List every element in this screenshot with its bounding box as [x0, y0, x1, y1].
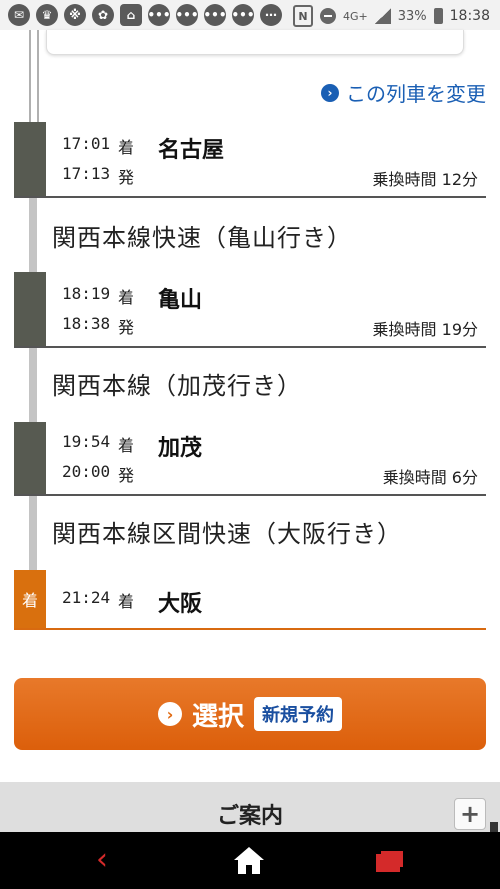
arrival-bar: 着 — [14, 570, 46, 628]
notification-icons: ✉ ♛ ※ ✿ ⌂ ••• ••• ••• ••• ⋯ — [8, 4, 282, 26]
transfer-time: 乗換時間 19分 — [372, 320, 478, 339]
previous-card — [46, 30, 464, 55]
train-segment: 関西本線快速（亀山行き） — [52, 224, 352, 252]
chat-icon: ••• — [148, 4, 171, 26]
nfc-icon: N — [292, 5, 313, 27]
chat-icon: ••• — [204, 4, 227, 26]
expand-plus-icon[interactable]: + — [454, 798, 486, 830]
station-name: 名古屋 — [158, 138, 225, 163]
change-train-label: この列車を変更 — [346, 82, 486, 106]
transfer-time: 乗換時間 6分 — [382, 468, 478, 487]
station-bar — [14, 422, 46, 494]
tokyo-app-icon: ※ — [64, 4, 86, 26]
station-row: 17:01 着 名古屋 17:13 発 乗換時間 12分 — [14, 122, 486, 198]
leaf-app-icon: ✿ — [92, 4, 114, 26]
train-segment: 関西本線（加茂行き） — [52, 372, 302, 400]
arrival-label: 着 — [118, 592, 135, 611]
chevron-right-icon: › — [157, 702, 182, 726]
timeline-line — [29, 496, 37, 570]
departure-label: 発 — [118, 466, 135, 485]
chat-icon: ••• — [232, 4, 255, 26]
home-app-icon: ⌂ — [120, 4, 142, 26]
transfer-time: 乗換時間 12分 — [372, 170, 478, 189]
scrollbar[interactable] — [490, 822, 498, 832]
timeline-line — [29, 30, 39, 122]
departure-time: 20:00 — [62, 462, 111, 481]
station-row: 19:54 着 加茂 20:00 発 乗換時間 6分 — [14, 422, 486, 496]
new-reservation-badge: 新規予約 — [254, 697, 342, 731]
back-icon[interactable]: ‹ — [96, 842, 108, 877]
chat-icon: ••• — [176, 4, 199, 26]
departure-time: 18:38 — [62, 314, 111, 333]
recent-apps-icon[interactable] — [376, 854, 400, 872]
timeline-line — [29, 198, 37, 272]
station-name: 加茂 — [158, 436, 203, 461]
battery-icon — [433, 8, 443, 24]
arrival-time: 21:24 — [62, 588, 111, 607]
guide-title: ご案内 — [216, 804, 283, 829]
departure-label: 発 — [118, 318, 135, 337]
change-train-link[interactable]: › この列車を変更 — [321, 78, 486, 107]
arrival-label: 着 — [118, 288, 135, 307]
crown-app-icon: ♛ — [36, 4, 58, 26]
departure-time: 17:13 — [62, 164, 111, 183]
select-button[interactable]: › 選択 新規予約 — [14, 678, 486, 750]
mail-app-icon: ✉ — [8, 4, 30, 26]
station-row: 着 21:24 着 大阪 — [14, 570, 486, 630]
more-notifications-icon: ⋯ — [260, 4, 282, 26]
signal-icon — [374, 8, 391, 24]
station-name: 亀山 — [158, 288, 203, 313]
navigation-bar: ‹ — [0, 832, 500, 889]
select-label: 選択 — [191, 701, 244, 732]
arrival-label: 着 — [118, 436, 135, 455]
station-name: 大阪 — [158, 592, 203, 617]
arrival-time: 17:01 — [62, 134, 111, 153]
status-bar: ✉ ♛ ※ ✿ ⌂ ••• ••• ••• ••• ⋯ N 4G+ 33% 18… — [0, 0, 500, 30]
do-not-disturb-icon — [319, 8, 336, 24]
arrival-time: 18:19 — [62, 284, 111, 303]
home-icon[interactable] — [232, 844, 266, 876]
network-type: 4G+ — [342, 9, 368, 23]
clock: 18:38 — [449, 8, 490, 24]
station-bar — [14, 122, 46, 196]
guide-section[interactable]: ご案内 + — [0, 782, 500, 832]
departure-label: 発 — [118, 168, 135, 187]
timeline-line — [29, 348, 37, 422]
arrival-label: 着 — [118, 138, 135, 157]
arrival-time: 19:54 — [62, 432, 111, 451]
train-segment: 関西本線区間快速（大阪行き） — [52, 520, 402, 548]
station-bar — [14, 272, 46, 346]
battery-percent: 33% — [397, 8, 427, 24]
chevron-right-icon: › — [321, 83, 339, 102]
station-row: 18:19 着 亀山 18:38 発 乗換時間 19分 — [14, 272, 486, 348]
